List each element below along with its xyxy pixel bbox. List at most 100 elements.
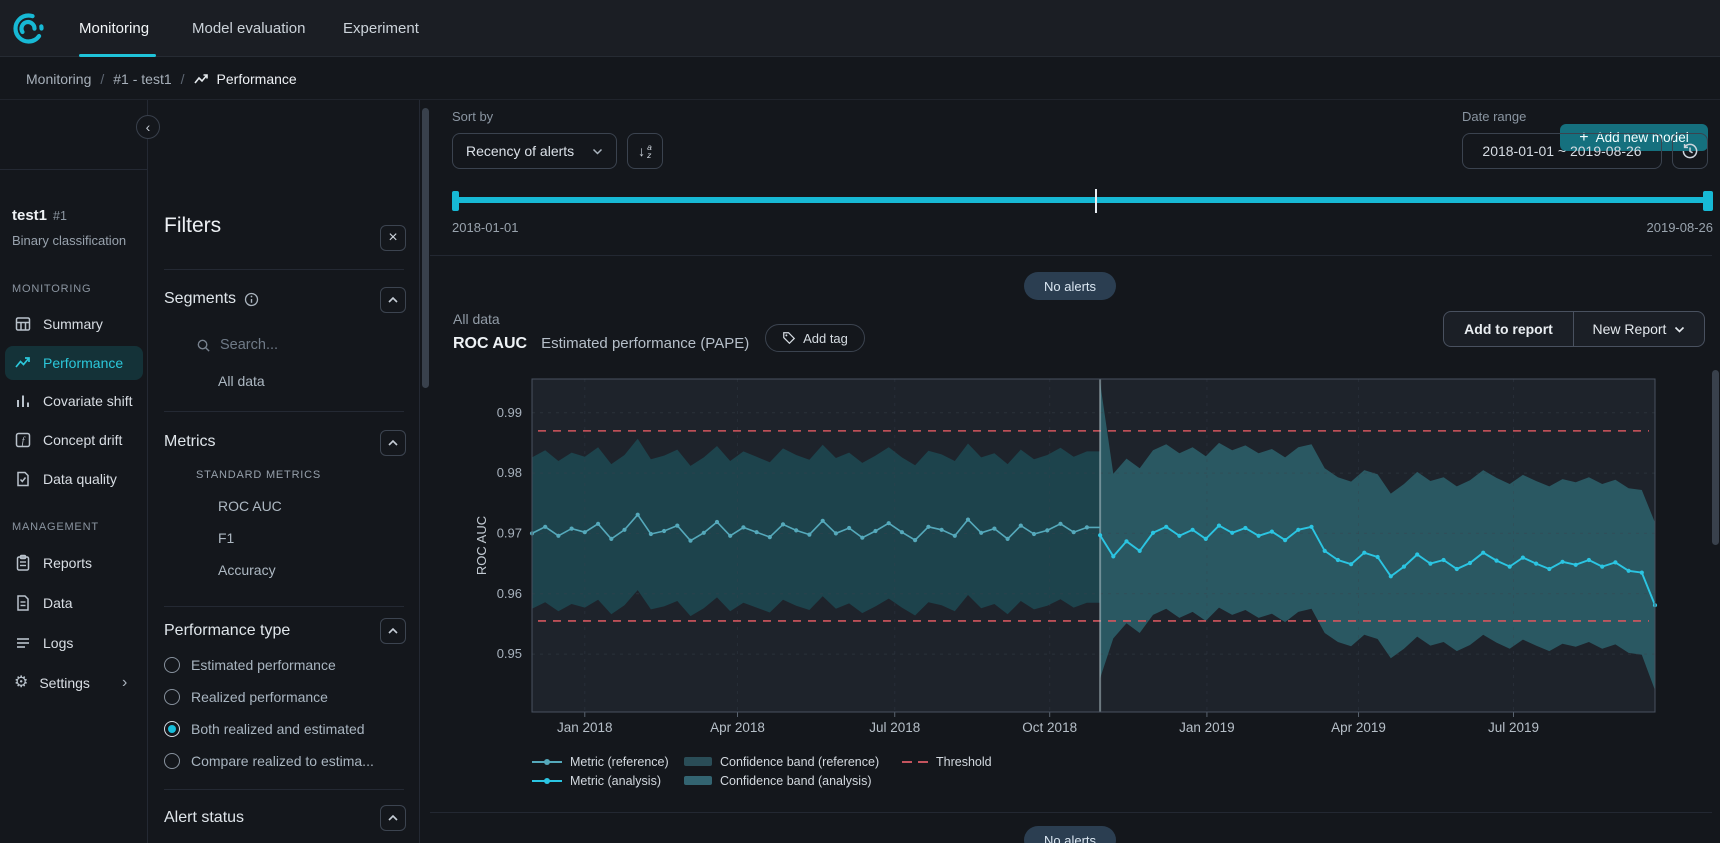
legend-line-swatch	[532, 761, 562, 763]
sidebar-item-summary[interactable]: Summary	[0, 307, 148, 341]
sidebar-item-label: Data	[43, 595, 73, 611]
segments-section-title: Segments	[164, 290, 259, 308]
metric-item-accuracy[interactable]: Accuracy	[218, 562, 276, 578]
legend-label: Metric (analysis)	[570, 774, 661, 788]
filters-close-button[interactable]: ×	[380, 225, 406, 251]
svg-text:f: f	[22, 436, 26, 447]
divider	[0, 169, 148, 170]
breadcrumb-separator: /	[100, 71, 104, 87]
radio-label: Compare realized to estima...	[191, 753, 374, 769]
sort-select[interactable]: Recency of alerts	[452, 133, 617, 169]
date-range-value: 2018-01-01 ~ 2019-08-26	[1482, 143, 1641, 159]
sidebar-item-logs[interactable]: Logs	[0, 626, 148, 660]
nav-tab-model-evaluation[interactable]: Model evaluation	[192, 0, 305, 57]
metric-item-f1[interactable]: F1	[218, 530, 234, 546]
svg-text:ROC AUC: ROC AUC	[474, 516, 489, 575]
legend-metric-analysis[interactable]: Metric (analysis)	[532, 774, 684, 788]
sidebar-item-covariate-shift[interactable]: Covariate shift	[0, 384, 148, 418]
nav-tab-monitoring[interactable]: Monitoring	[79, 0, 149, 57]
chart-segment-label: All data	[453, 311, 500, 327]
radio-estimated-performance[interactable]: Estimated performance	[164, 656, 414, 674]
slider-handle-end[interactable]	[1703, 191, 1713, 211]
radio-icon	[164, 753, 180, 769]
divider	[164, 606, 404, 607]
segments-collapse-button[interactable]	[380, 287, 406, 313]
chart-title-row: ROC AUC Estimated performance (PAPE)	[453, 335, 749, 353]
metrics-section-title: Metrics	[164, 433, 216, 451]
document-check-icon	[14, 470, 32, 488]
segment-search-input[interactable]	[220, 337, 370, 353]
legend-threshold[interactable]: Threshold	[902, 755, 992, 769]
filters-scrollbar-thumb[interactable]	[422, 108, 429, 388]
segment-item-all-data[interactable]: All data	[218, 373, 265, 389]
sidebar-item-data-quality[interactable]: Data quality	[0, 462, 148, 496]
legend-label: Confidence band (reference)	[720, 755, 879, 769]
search-icon	[196, 338, 211, 353]
legend-label: Threshold	[936, 755, 992, 769]
new-report-button[interactable]: New Report	[1574, 312, 1704, 346]
radio-both-realized-and-estimated[interactable]: Both realized and estimated	[164, 720, 414, 738]
metrics-collapse-button[interactable]	[380, 430, 406, 456]
sidebar-item-label: Reports	[43, 555, 92, 571]
legend-label: Confidence band (analysis)	[720, 774, 871, 788]
chart-legend: Metric (reference) Confidence band (refe…	[532, 752, 1172, 790]
svg-text:Jan 2018: Jan 2018	[557, 720, 613, 735]
sidebar-collapse-button[interactable]: ‹	[136, 115, 160, 139]
sidebar-item-concept-drift[interactable]: f Concept drift	[0, 423, 148, 457]
date-range-input[interactable]: 2018-01-01 ~ 2019-08-26	[1462, 133, 1662, 169]
legend-dash-swatch	[902, 761, 928, 763]
sidebar-section-monitoring: MONITORING	[12, 283, 91, 295]
alert-status-collapse-button[interactable]	[380, 805, 406, 831]
sidebar-item-data[interactable]: Data	[0, 586, 148, 620]
legend-band-reference[interactable]: Confidence band (reference)	[684, 755, 902, 769]
chevron-right-icon: ›	[122, 674, 127, 692]
breadcrumb-model[interactable]: #1 - test1	[113, 71, 171, 87]
svg-text:Apr 2019: Apr 2019	[1331, 720, 1386, 735]
metric-item-roc-auc[interactable]: ROC AUC	[218, 498, 282, 514]
legend-band-swatch	[684, 757, 712, 766]
sidebar-item-settings[interactable]: ⚙ Settings ›	[0, 666, 148, 700]
legend-band-swatch	[684, 776, 712, 785]
sidebar-item-performance[interactable]: Performance	[5, 346, 143, 380]
performance-chart[interactable]: 0.950.960.970.980.99Jan 2018Apr 2018Jul …	[460, 372, 1670, 740]
history-reset-button[interactable]	[1672, 133, 1708, 169]
radio-compare-realized-to-estimated[interactable]: Compare realized to estima...	[164, 752, 414, 770]
chart-metric-method: Estimated performance (PAPE)	[541, 335, 749, 352]
divider	[430, 255, 1712, 256]
chevron-up-icon	[387, 439, 399, 447]
add-to-report-button[interactable]: Add to report	[1444, 312, 1574, 346]
sort-direction-button[interactable]: ↓ az	[627, 133, 663, 169]
sidebar-item-label: Covariate shift	[43, 393, 132, 409]
breadcrumb-bar: Monitoring / #1 - test1 / Performance + …	[0, 58, 1720, 100]
radio-realized-performance[interactable]: Realized performance	[164, 688, 414, 706]
radio-label: Both realized and estimated	[191, 721, 365, 737]
table-icon	[14, 315, 32, 333]
breadcrumb-root[interactable]: Monitoring	[26, 71, 91, 87]
metrics-group-label: STANDARD METRICS	[196, 469, 321, 481]
chevron-up-icon	[387, 814, 399, 822]
nav-tab-experiment[interactable]: Experiment	[343, 0, 419, 57]
sidebar-item-reports[interactable]: Reports	[0, 546, 148, 580]
performance-type-collapse-button[interactable]	[380, 618, 406, 644]
segment-search	[196, 335, 386, 355]
svg-text:0.97: 0.97	[497, 525, 522, 540]
page-scrollbar-thumb[interactable]	[1712, 370, 1719, 545]
slider-handle-start[interactable]	[452, 191, 459, 211]
radio-selected-icon	[164, 721, 180, 737]
no-alerts-badge: No alerts	[1024, 272, 1116, 300]
no-alerts-badge-partial: No alerts	[1024, 826, 1116, 843]
add-tag-button[interactable]: Add tag	[765, 324, 865, 352]
legend-metric-reference[interactable]: Metric (reference)	[532, 755, 684, 769]
clipboard-icon	[14, 554, 32, 572]
sort-by-label: Sort by	[452, 109, 493, 124]
nannyml-logo-icon[interactable]	[12, 12, 45, 45]
trend-icon	[14, 354, 32, 372]
time-range-slider-track[interactable]	[452, 197, 1713, 203]
legend-band-analysis[interactable]: Confidence band (analysis)	[684, 774, 902, 788]
radio-icon	[164, 689, 180, 705]
divider	[164, 789, 404, 790]
divider	[430, 812, 1712, 813]
slider-end-date: 2019-08-26	[1563, 220, 1713, 235]
logs-icon	[14, 634, 32, 652]
slider-start-date: 2018-01-01	[452, 220, 519, 235]
